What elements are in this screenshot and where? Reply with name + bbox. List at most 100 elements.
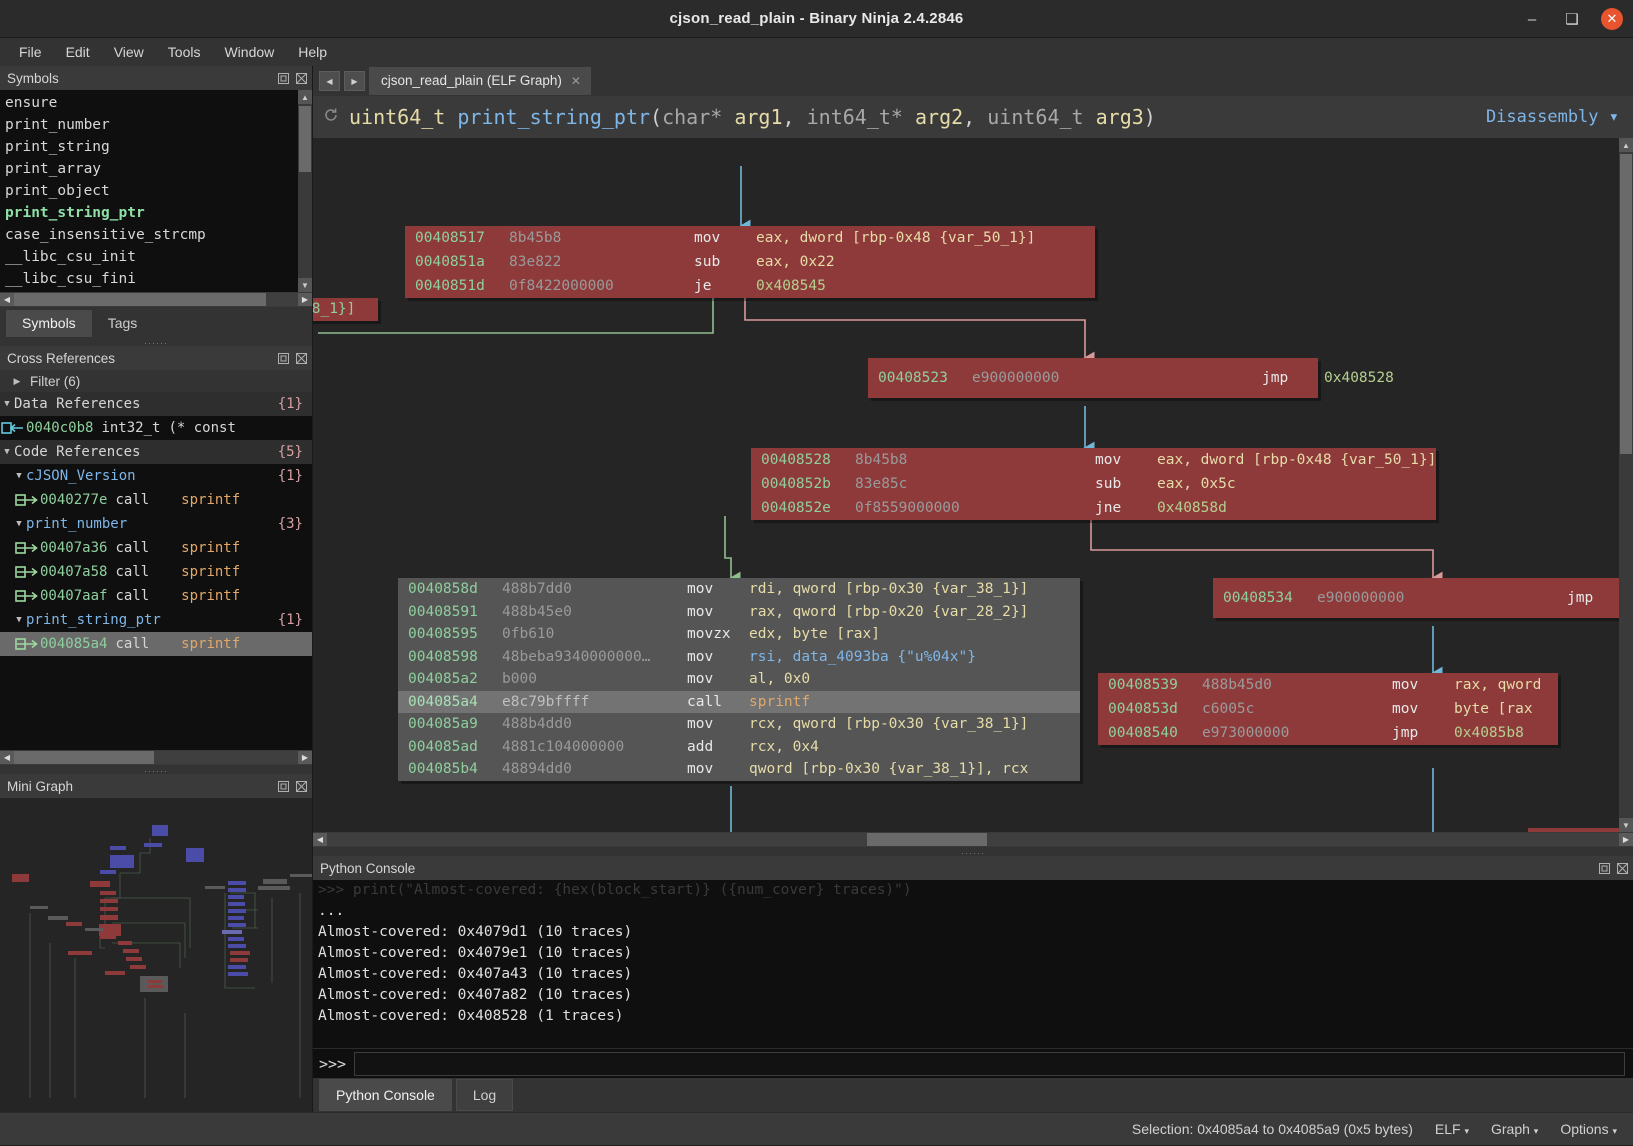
symbols-list[interactable]: ensure print_number print_string print_a… [0, 90, 312, 292]
disasm-line[interactable]: 0040852e 0f8559000000 jne 0x40858d [751, 496, 1436, 520]
scroll-down-icon[interactable]: ▼ [1619, 818, 1633, 832]
close-icon[interactable] [295, 352, 308, 365]
basic-block-408539[interactable]: 00408539 488b45d0 mov rax, qword 0040853… [1098, 673, 1558, 745]
scrollbar-thumb[interactable] [299, 106, 311, 172]
menu-window[interactable]: Window [213, 40, 285, 64]
tab-symbols[interactable]: Symbols [6, 310, 92, 337]
menu-tools[interactable]: Tools [157, 40, 212, 64]
scrollbar-thumb[interactable] [1620, 154, 1632, 454]
scrollbar-thumb[interactable] [14, 293, 266, 306]
disasm-line[interactable]: 0040853d c6005c mov byte [rax [1098, 697, 1558, 721]
xref-row[interactable]: 00407aaf call sprintf [0, 584, 312, 608]
xrefs-horizontal-scrollbar[interactable]: ◀ ▶ [0, 750, 312, 765]
disasm-line[interactable]: 00408591 488b45e0 mov rax, qword [rbp-0x… [398, 601, 1080, 624]
scroll-up-icon[interactable]: ▲ [1619, 138, 1633, 152]
scroll-track[interactable] [327, 833, 1619, 846]
scroll-left-icon[interactable]: ◀ [0, 751, 14, 764]
nav-forward-button[interactable]: ▶ [344, 71, 365, 91]
xref-subgroup-cjson-version[interactable]: ▼ cJSON_Version {1} [0, 464, 312, 488]
symbol-item[interactable]: ensure [0, 92, 312, 114]
scrollbar-thumb[interactable] [14, 751, 154, 764]
chevron-down-icon[interactable]: ▼ [0, 447, 14, 457]
panel-splitter[interactable]: ․․․․․․ [0, 336, 312, 346]
disasm-line[interactable]: 0040852b 83e85c sub eax, 0x5c [751, 472, 1436, 496]
disasm-line[interactable]: 004085b4 48894dd0 mov qword [rbp-0x30 {v… [398, 758, 1080, 781]
signature-function-name[interactable]: print_string_ptr [457, 105, 650, 129]
tab-python-console[interactable]: Python Console [319, 1079, 452, 1111]
tab-log[interactable]: Log [455, 1079, 514, 1111]
symbol-item[interactable]: print_array [0, 158, 312, 180]
graph-horizontal-scrollbar[interactable]: ◀ ▶ [313, 832, 1633, 847]
line-operands[interactable]: sprintf [749, 694, 810, 710]
symbol-item[interactable]: print_number [0, 114, 312, 136]
close-icon[interactable] [295, 780, 308, 793]
disasm-line[interactable]: 0040851a 83e822 sub eax, 0x22 [405, 250, 1095, 274]
symbols-vertical-scrollbar[interactable]: ▲ ▼ [298, 90, 312, 292]
graph-vertical-scrollbar[interactable]: ▲ ▼ [1619, 138, 1633, 832]
disasm-line[interactable]: 38_1}] [313, 298, 378, 321]
chevron-down-icon[interactable]: ▼ [12, 615, 26, 625]
scroll-right-icon[interactable]: ▶ [298, 293, 312, 306]
scroll-track[interactable] [14, 293, 298, 306]
panel-splitter[interactable]: ․․․․․․ [0, 764, 312, 774]
status-view-selector[interactable]: Graph ▾ [1491, 1121, 1538, 1137]
xrefs-tree[interactable]: ▼ Data References {1} 0040c0b8 int32_t (… [0, 392, 312, 750]
scroll-right-icon[interactable]: ▶ [298, 751, 312, 764]
disasm-line[interactable]: 00408517 8b45b8 mov eax, dword [rbp-0x48… [405, 226, 1095, 250]
symbol-item[interactable]: _fini [0, 290, 312, 292]
symbol-item[interactable]: __libc_csu_fini [0, 268, 312, 290]
disassembly-graph[interactable]: 38_1}] 00408517 8b45b8 mov eax, dword [r… [313, 138, 1633, 832]
status-options-selector[interactable]: Options ▾ [1560, 1121, 1617, 1137]
basic-block-partial[interactable]: 38_1}] [313, 298, 378, 321]
close-icon[interactable] [1616, 862, 1629, 875]
basic-block-408534[interactable]: 00408534 e900000000 jmp [1213, 578, 1633, 618]
disasm-line[interactable]: 004085a2 b000 mov al, 0x0 [398, 668, 1080, 691]
disasm-line[interactable]: 004085a9 488b4dd0 mov rcx, qword [rbp-0x… [398, 713, 1080, 736]
basic-block-clipped-right[interactable] [1528, 828, 1633, 832]
undock-icon[interactable] [277, 352, 290, 365]
status-format-selector[interactable]: ELF ▾ [1435, 1121, 1469, 1137]
tab-cjson-read-plain[interactable]: cjson_read_plain (ELF Graph) ✕ [369, 67, 591, 95]
disasm-line[interactable]: 0040851d 0f8422000000 je 0x408545 [405, 274, 1095, 298]
undock-icon[interactable] [277, 72, 290, 85]
scroll-down-icon[interactable]: ▼ [298, 278, 312, 292]
scroll-up-icon[interactable]: ▲ [298, 90, 312, 104]
close-button[interactable]: ✕ [1601, 8, 1623, 30]
basic-block-408528[interactable]: 00408528 8b45b8 mov eax, dword [rbp-0x48… [751, 448, 1436, 520]
tab-tags[interactable]: Tags [91, 310, 154, 337]
scrollbar-thumb[interactable] [867, 833, 987, 846]
undock-icon[interactable] [277, 780, 290, 793]
disasm-line[interactable]: 004085ad 4881c104000000 add rcx, 0x4 [398, 736, 1080, 759]
undock-icon[interactable] [1598, 862, 1611, 875]
basic-block-408523[interactable]: 00408523 e900000000 jmp 0x408528 [868, 358, 1394, 398]
xref-row[interactable]: 00407a58 call sprintf [0, 560, 312, 584]
xref-group-data-references[interactable]: ▼ Data References {1} [0, 392, 312, 416]
disasm-line[interactable]: 00408598 48beba9340000000… mov rsi, data… [398, 646, 1080, 669]
chevron-down-icon[interactable]: ▼ [12, 471, 26, 481]
symbols-horizontal-scrollbar[interactable]: ◀ ▶ [0, 292, 312, 307]
xref-row[interactable]: 0040c0b8 int32_t (* const [0, 416, 312, 440]
xref-group-code-references[interactable]: ▼ Code References {5} [0, 440, 312, 464]
disasm-line[interactable]: 00408523 e900000000 jmp 0x408528 [868, 358, 1394, 398]
maximize-button[interactable]: ❑ [1561, 8, 1583, 30]
menu-help[interactable]: Help [287, 40, 338, 64]
chevron-down-icon[interactable]: ▼ [0, 399, 14, 409]
close-icon[interactable] [295, 72, 308, 85]
disasm-line-selected[interactable]: 004085a4 e8c79bffff call sprintf [398, 690, 1080, 713]
symbol-item[interactable]: print_string [0, 136, 312, 158]
mini-graph-canvas[interactable] [0, 798, 312, 1112]
panel-splitter[interactable]: ․․․․․․ [313, 846, 1633, 856]
console-output[interactable]: >>> print("Almost-covered: {hex(block_st… [313, 880, 1633, 1048]
scroll-left-icon[interactable]: ◀ [0, 293, 14, 306]
menu-edit[interactable]: Edit [55, 40, 101, 64]
menu-file[interactable]: File [8, 40, 53, 64]
refresh-icon[interactable] [323, 107, 339, 128]
nav-back-button[interactable]: ◀ [319, 71, 340, 91]
xrefs-filter[interactable]: ▶ Filter (6) [0, 370, 312, 392]
scroll-left-icon[interactable]: ◀ [313, 833, 327, 846]
minimize-button[interactable]: – [1521, 8, 1543, 30]
disasm-line[interactable]: 00408539 488b45d0 mov rax, qword [1098, 673, 1558, 697]
chevron-down-icon[interactable]: ▼ [12, 519, 26, 529]
basic-block-408517[interactable]: 00408517 8b45b8 mov eax, dword [rbp-0x48… [405, 226, 1095, 298]
xref-row[interactable]: 00407a36 call sprintf [0, 536, 312, 560]
